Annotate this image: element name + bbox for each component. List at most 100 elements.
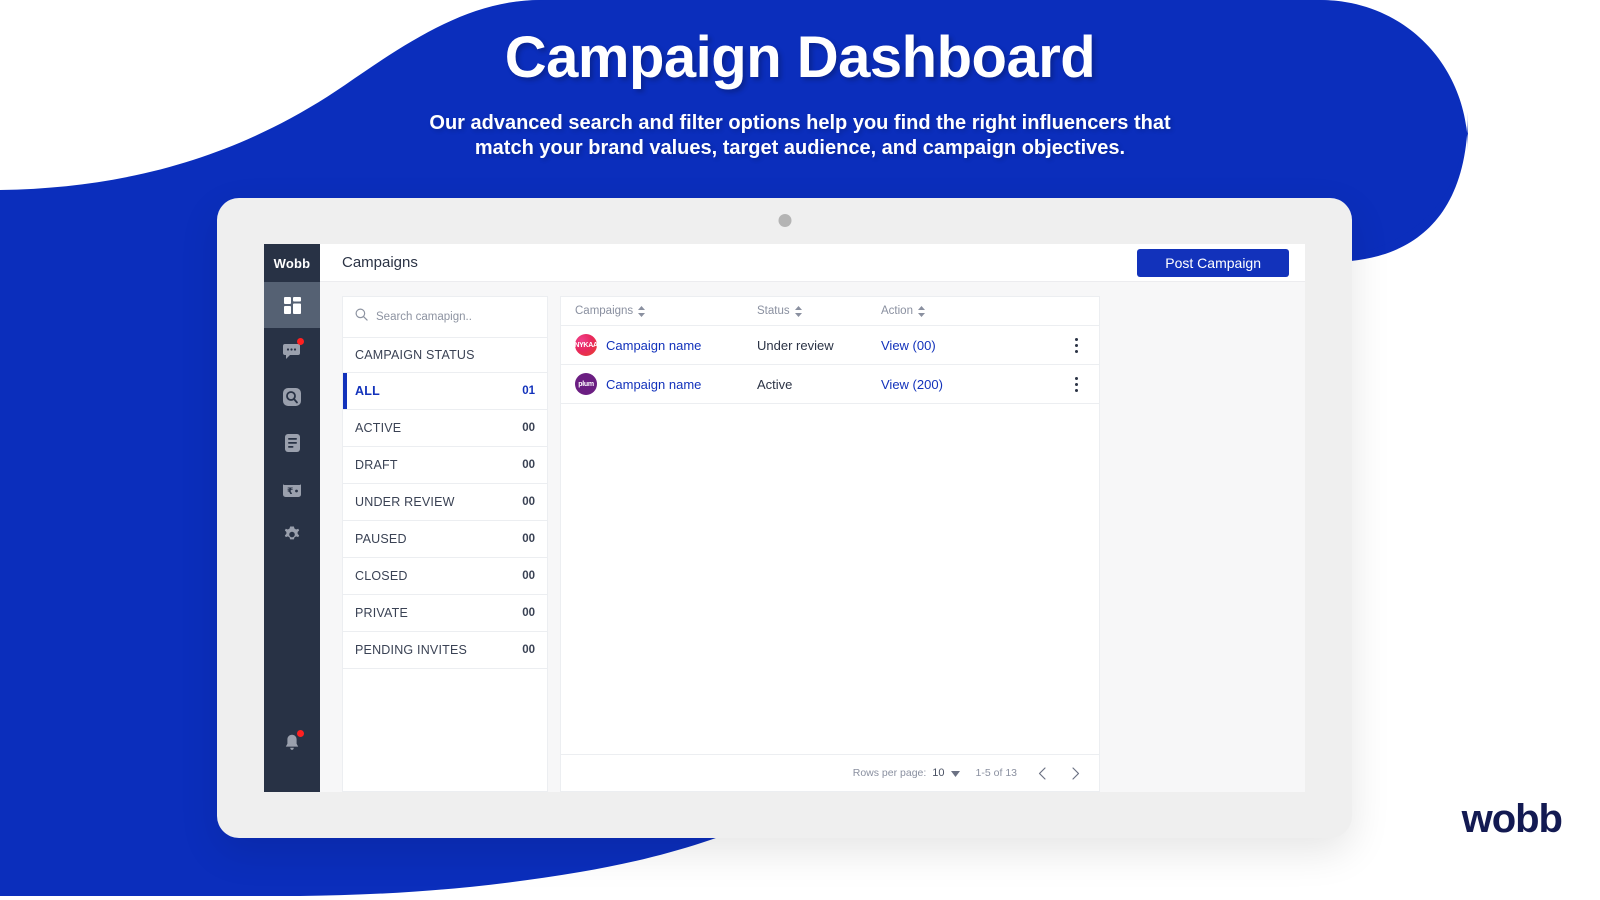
filter-count: 00 [522, 607, 535, 619]
search-icon [355, 308, 368, 326]
filter-label: ALL [355, 384, 380, 398]
search-input-placeholder: Search camapign.. [376, 311, 472, 323]
column-header-action[interactable]: Action [881, 305, 1085, 317]
page-title: Campaign Dashboard [504, 25, 1096, 90]
filter-count: 00 [522, 496, 535, 508]
column-label: Status [757, 305, 790, 317]
campaign-name-link[interactable]: Campaign name [606, 338, 701, 353]
filter-label: DRAFT [355, 458, 398, 472]
filter-panel-empty-space [343, 669, 547, 791]
campaign-filter-panel: Search camapign.. CAMPAIGN STATUS ALL 01… [342, 296, 548, 792]
rows-per-page-label: Rows per page: [852, 767, 927, 779]
filter-label: PRIVATE [355, 606, 409, 620]
sort-icon[interactable] [638, 305, 646, 317]
column-label: Campaigns [575, 305, 634, 317]
filter-item-under-review[interactable]: UNDER REVIEW 00 [343, 484, 547, 521]
column-header-status[interactable]: Status [757, 305, 881, 317]
page-root: Campaign Dashboard Our advanced search a… [0, 0, 1600, 900]
sidebar-item-discover[interactable] [264, 374, 320, 420]
document-icon [284, 434, 300, 452]
column-header-campaigns[interactable]: Campaigns [575, 305, 757, 317]
app-workspace: Search camapign.. CAMPAIGN STATUS ALL 01… [320, 282, 1305, 792]
avatar-label: NYKAA [575, 341, 597, 349]
search-campaign-field[interactable]: Search camapign.. [343, 297, 547, 338]
filter-label: ACTIVE [355, 421, 402, 435]
filter-count: 00 [522, 459, 535, 471]
filter-count: 01 [522, 385, 535, 397]
sidebar-item-reports[interactable] [264, 420, 320, 466]
filter-item-closed[interactable]: CLOSED 00 [343, 558, 547, 595]
filter-label: PENDING INVITES [355, 643, 468, 657]
chat-badge-dot [297, 338, 304, 345]
filter-item-draft[interactable]: DRAFT 00 [343, 447, 547, 484]
search-icon [283, 388, 301, 406]
row-menu-icon[interactable] [1067, 376, 1085, 392]
campaign-name-link[interactable]: Campaign name [606, 377, 701, 392]
table-row[interactable]: plum Campaign name Active View (200) [561, 365, 1099, 404]
filter-count: 00 [522, 644, 535, 656]
rows-per-page-control[interactable]: Rows per page: 10 [853, 764, 960, 782]
cell-status: Under review [757, 337, 834, 353]
filter-label: UNDER REVIEW [355, 495, 455, 509]
filter-item-paused[interactable]: PAUSED 00 [343, 521, 547, 558]
filter-label: CLOSED [355, 569, 408, 583]
cell-campaign: NYKAA Campaign name [575, 334, 757, 356]
gear-icon [283, 526, 301, 544]
sidebar-item-notifications[interactable] [264, 720, 320, 766]
filter-count: 00 [522, 422, 535, 434]
app-main: Campaigns Post Campaign Search camapign.… [320, 244, 1305, 792]
pagination-range: 1-5 of 13 [975, 767, 1017, 779]
next-page-icon[interactable] [1067, 764, 1085, 782]
table-header-row: Campaigns Status Action [561, 297, 1099, 326]
filter-section-title: CAMPAIGN STATUS [343, 338, 547, 373]
filter-item-all[interactable]: ALL 01 [343, 373, 547, 410]
bell-icon [284, 734, 300, 752]
table-empty-space [561, 404, 1099, 754]
device-camera-dot [778, 214, 791, 227]
svg-text:₹: ₹ [287, 487, 293, 497]
hero-subtitle-line-2: match your brand values, target audience… [474, 137, 1126, 160]
sidebar-item-dashboard[interactable] [264, 282, 320, 328]
bell-badge-dot [297, 730, 304, 737]
filter-item-private[interactable]: PRIVATE 00 [343, 595, 547, 632]
app-topbar: Campaigns Post Campaign [320, 244, 1305, 282]
breadcrumb: Campaigns [342, 254, 418, 271]
view-link[interactable]: View (200) [881, 377, 1067, 392]
cell-campaign: plum Campaign name [575, 373, 757, 395]
sidebar-item-payments[interactable]: ₹ [264, 466, 320, 512]
app-screen: Wobb ₹ Campaigns Post Campaign Search ca… [264, 244, 1305, 792]
table-row[interactable]: NYKAA Campaign name Under review View (0… [561, 326, 1099, 365]
sidebar-item-settings[interactable] [264, 512, 320, 558]
filter-item-active[interactable]: ACTIVE 00 [343, 410, 547, 447]
cell-status: Active [757, 376, 793, 392]
avatar-label: plum [578, 380, 594, 388]
hero-subtitle: Our advanced search and filter options h… [0, 111, 1600, 162]
app-sidebar: Wobb ₹ [264, 244, 320, 792]
filter-count: 00 [522, 533, 535, 545]
chevron-down-icon[interactable] [950, 764, 960, 782]
view-link[interactable]: View (00) [881, 338, 1067, 353]
filter-item-pending-invites[interactable]: PENDING INVITES 00 [343, 632, 547, 669]
device-frame: Wobb ₹ Campaigns Post Campaign Search ca… [217, 198, 1352, 838]
row-menu-icon[interactable] [1067, 337, 1085, 353]
dashboard-icon [283, 296, 301, 314]
post-campaign-button[interactable]: Post Campaign [1137, 248, 1289, 277]
filter-label: PAUSED [355, 532, 407, 546]
wallet-rupee-icon: ₹ [283, 481, 301, 497]
sidebar-item-messages[interactable] [264, 328, 320, 374]
nykaa-avatar: NYKAA [575, 334, 597, 356]
chat-icon [282, 343, 302, 360]
sort-icon[interactable] [917, 305, 925, 317]
sort-icon[interactable] [794, 305, 802, 317]
sidebar-brand: Wobb [273, 255, 311, 271]
wobb-logo: wobb [1461, 797, 1563, 841]
hero-subtitle-line-1: Our advanced search and filter options h… [429, 111, 1171, 134]
campaign-table: Campaigns Status Action NYKAA Campaign n… [560, 296, 1100, 792]
hero-section: Campaign Dashboard Our advanced search a… [0, 25, 1600, 162]
filter-count: 00 [522, 570, 535, 582]
rows-per-page-value: 10 [932, 767, 945, 779]
table-pagination: Rows per page: 10 1-5 of 13 [561, 754, 1099, 791]
column-label: Action [881, 305, 913, 317]
plum-avatar: plum [575, 373, 597, 395]
previous-page-icon[interactable] [1033, 764, 1051, 782]
